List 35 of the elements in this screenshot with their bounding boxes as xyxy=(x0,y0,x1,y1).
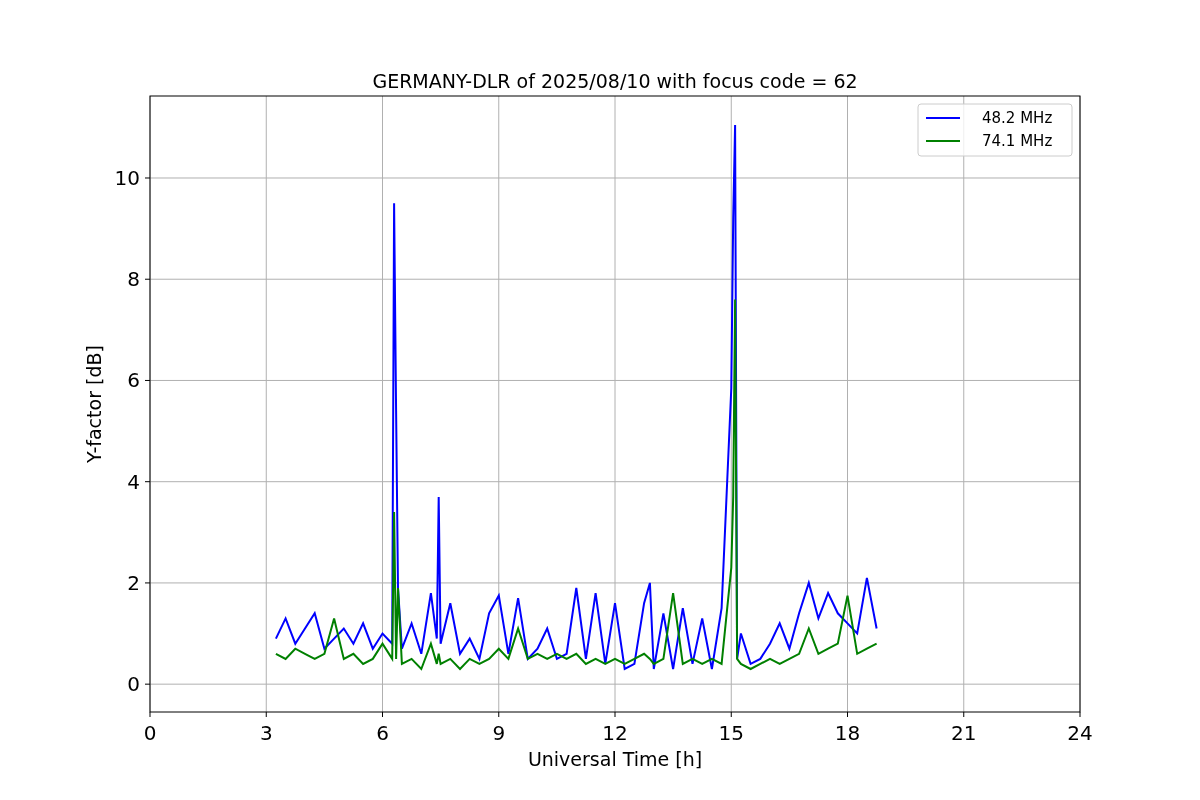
tick-label: 2 xyxy=(127,570,140,595)
chart-title: GERMANY-DLR of 2025/08/10 with focus code = 62 xyxy=(372,70,858,92)
tick-mark xyxy=(144,481,151,483)
legend-label: 74.1 MHz xyxy=(982,132,1053,150)
tick-mark xyxy=(614,711,616,718)
tick-mark xyxy=(144,278,151,280)
tick-label: 0 xyxy=(143,721,157,745)
tick-label: 4 xyxy=(127,469,140,494)
tick-mark xyxy=(847,711,848,718)
tick-mark xyxy=(149,711,151,718)
tick-label: 21 xyxy=(951,721,977,745)
tick-label: 12 xyxy=(602,721,628,745)
tick-mark xyxy=(730,711,732,718)
tick-label: 18 xyxy=(834,721,861,745)
tick-mark xyxy=(144,177,151,179)
axis-label: Y-factor [dB] xyxy=(83,345,105,463)
tick-label: 9 xyxy=(492,721,506,745)
tick-label: 6 xyxy=(376,721,389,745)
tick-mark xyxy=(144,379,151,381)
axis-label: Universal Time [h] xyxy=(527,748,703,770)
tick-mark xyxy=(382,711,383,718)
legend-label: 48.2 MHz xyxy=(982,109,1053,127)
tick-label: 24 xyxy=(1067,721,1093,745)
tick-label: 6 xyxy=(127,368,140,393)
tick-label: 15 xyxy=(718,721,744,745)
tick-mark xyxy=(265,711,267,718)
tick-mark xyxy=(144,683,151,685)
tick-mark xyxy=(1079,711,1081,718)
tick-label: 3 xyxy=(259,721,273,745)
tick-label: 0 xyxy=(127,672,140,697)
tick-mark xyxy=(963,711,965,718)
tick-label: 10 xyxy=(114,166,140,190)
tick-mark xyxy=(144,582,151,584)
tick-label: 8 xyxy=(127,267,140,292)
tick-mark xyxy=(498,711,500,718)
